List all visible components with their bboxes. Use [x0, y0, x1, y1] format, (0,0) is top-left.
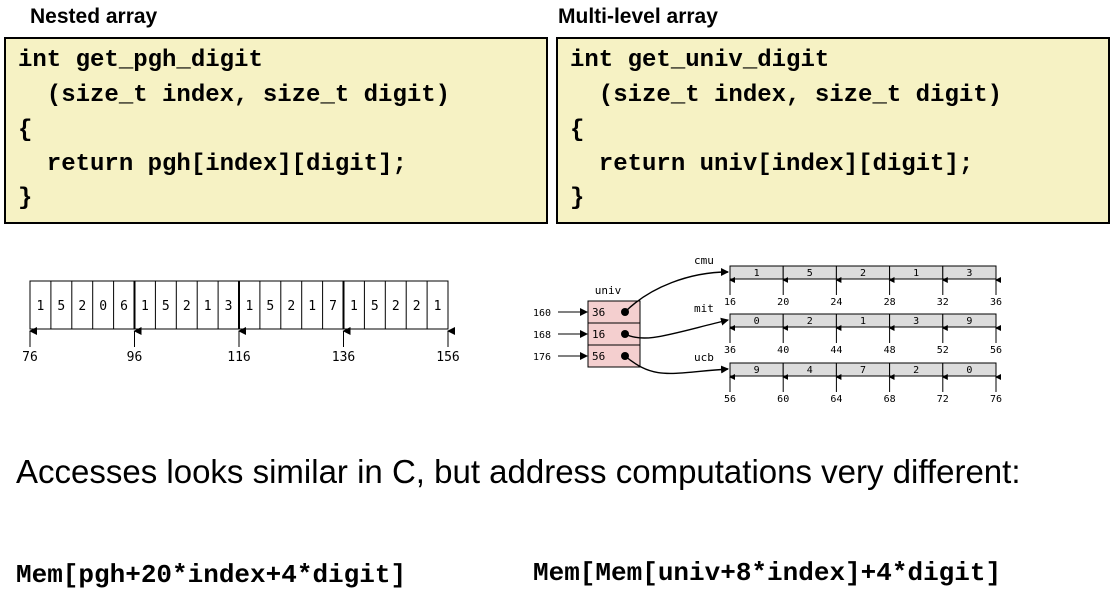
digit-value: 1: [913, 268, 919, 279]
digit-address-label: 64: [830, 394, 842, 405]
digit-address-label: 72: [937, 394, 949, 405]
univ-address-label: 160: [533, 308, 551, 319]
digit-address-label: 76: [990, 394, 1002, 405]
nested-cell-value: 3: [225, 299, 233, 314]
code-line: {: [570, 117, 585, 144]
nested-cell-value: 6: [120, 299, 128, 314]
array-name-label: mit: [694, 302, 714, 315]
nested-cell-value: 5: [57, 299, 65, 314]
nested-cell-value: 1: [246, 299, 254, 314]
nested-address-label: 116: [227, 350, 250, 365]
nested-address-label: 96: [127, 350, 143, 365]
digit-value: 3: [966, 268, 972, 279]
digit-value: 0: [754, 316, 760, 327]
univ-address-label: 168: [533, 330, 551, 341]
univ-pointer-value: 16: [592, 328, 605, 341]
multilevel-formula: Mem[Mem[univ+8*index]+4*digit]: [533, 558, 1002, 588]
digit-address-label: 28: [884, 297, 896, 308]
digit-address-label: 68: [884, 394, 896, 405]
digit-address-label: 40: [777, 345, 789, 356]
nested-cell-value: 2: [392, 299, 400, 314]
digit-value: 0: [966, 365, 972, 376]
code-line: int get_pgh_digit: [18, 47, 263, 74]
code-line: }: [570, 185, 585, 212]
digit-address-label: 32: [937, 297, 949, 308]
nested-cell-value: 5: [162, 299, 170, 314]
nested-cell-value: 0: [99, 299, 107, 314]
univ-pointer-value: 56: [592, 350, 605, 363]
code-line: (size_t index, size_t digit): [570, 82, 1003, 109]
code-line: {: [18, 117, 33, 144]
digit-value: 9: [966, 316, 972, 327]
univ-label: univ: [595, 284, 622, 297]
digit-value: 7: [860, 365, 866, 376]
multilevel-diagram: univ 361656160168176 cmu1 5 2 1 316 20 24 28 32 3…: [533, 254, 1002, 405]
digit-value: 9: [754, 365, 760, 376]
digit-address-label: 48: [884, 345, 896, 356]
digit-value: 1: [754, 268, 760, 279]
univ-address-label: 176: [533, 352, 551, 363]
digit-address-label: 52: [937, 345, 949, 356]
digit-address-label: 36: [990, 297, 1002, 308]
nested-cell-value: 1: [350, 299, 358, 314]
nested-array-diagram: 15206152131521715221 76 96 116 136 156: [22, 280, 460, 365]
nested-cell-value: 2: [287, 299, 295, 314]
digit-value: 2: [913, 365, 919, 376]
nested-cell-value: 5: [266, 299, 274, 314]
digit-address-label: 16: [724, 297, 736, 308]
digit-address-label: 44: [830, 345, 842, 356]
code-line: return univ[index][digit];: [570, 151, 974, 178]
digit-value: 2: [860, 268, 866, 279]
nested-cell-value: 1: [37, 299, 45, 314]
nested-cell-value: 5: [371, 299, 379, 314]
nested-cell-value: 1: [434, 299, 442, 314]
nested-cell-value: 1: [204, 299, 212, 314]
digit-value: 4: [807, 365, 813, 376]
multilevel-code-box: int get_univ_digit (size_t index, size_t…: [556, 37, 1110, 224]
nested-cell-value: 2: [183, 299, 191, 314]
digit-address-label: 36: [724, 345, 736, 356]
digit-address-label: 20: [777, 297, 789, 308]
code-line: (size_t index, size_t digit): [18, 82, 451, 109]
array-name-label: cmu: [694, 254, 714, 267]
code-line: return pgh[index][digit];: [18, 151, 407, 178]
nested-cell-value: 1: [141, 299, 149, 314]
nested-address-label: 156: [436, 350, 459, 365]
nested-address-label: 136: [332, 350, 355, 365]
code-line: int get_univ_digit: [570, 47, 830, 74]
array-name-label: ucb: [694, 351, 714, 364]
digit-address-label: 56: [724, 394, 736, 405]
nested-cell-value: 2: [413, 299, 421, 314]
nested-formula: Mem[pgh+20*index+4*digit]: [16, 560, 407, 590]
subtitle: Accesses looks similar in C, but address…: [16, 453, 1021, 490]
nested-cell-value: 1: [308, 299, 316, 314]
digit-value: 1: [860, 316, 866, 327]
digit-address-label: 24: [830, 297, 842, 308]
nested-code-box: int get_pgh_digit (size_t index, size_t …: [4, 37, 548, 224]
nested-address-label: 76: [22, 350, 38, 365]
digit-address-label: 60: [777, 394, 789, 405]
univ-pointer-value: 36: [592, 306, 605, 319]
nested-cell-value: 2: [78, 299, 86, 314]
digit-address-label: 56: [990, 345, 1002, 356]
digit-value: 3: [913, 316, 919, 327]
nested-array-heading: Nested array: [30, 5, 158, 28]
nested-cell-value: 7: [329, 299, 337, 314]
digit-value: 2: [807, 316, 813, 327]
multilevel-array-heading: Multi-level array: [558, 5, 718, 28]
digit-value: 5: [807, 268, 813, 279]
code-line: }: [18, 185, 33, 212]
